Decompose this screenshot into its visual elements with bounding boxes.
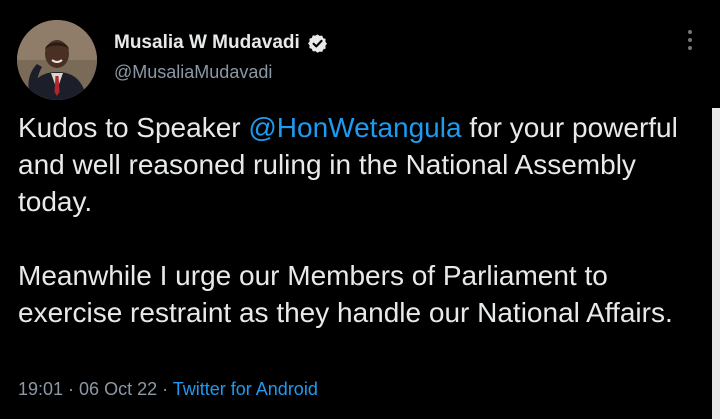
author-display-name[interactable]: Musalia W Mudavadi: [114, 32, 300, 54]
tweet-metadata: 19:01 · 06 Oct 22 · Twitter for Android: [18, 379, 318, 400]
meta-separator: ·: [157, 379, 173, 399]
tweet-date[interactable]: 06 Oct 22: [79, 379, 157, 399]
tweet-paragraph-1: Kudos to Speaker @HonWetangula for your …: [18, 109, 698, 220]
more-options-icon[interactable]: [682, 30, 698, 54]
tweet-time[interactable]: 19:01: [18, 379, 63, 399]
avatar-image: [17, 20, 97, 100]
meta-separator: ·: [63, 379, 80, 399]
tweet-paragraph-2: Meanwhile I urge our Members of Parliame…: [18, 260, 673, 328]
tweet-text-segment: Kudos to Speaker: [18, 112, 249, 143]
tweet-text: Kudos to Speaker @HonWetangula for your …: [18, 109, 698, 331]
mention-link[interactable]: @HonWetangula: [248, 112, 461, 143]
author-name-row: Musalia W Mudavadi: [114, 31, 328, 55]
avatar[interactable]: [17, 20, 97, 100]
tweet-card: Musalia W Mudavadi @MusaliaMudavadi Kudo…: [0, 0, 720, 419]
tweet-source-link[interactable]: Twitter for Android: [173, 379, 318, 399]
scrollbar[interactable]: [712, 108, 720, 419]
author-handle[interactable]: @MusaliaMudavadi: [114, 62, 272, 83]
verified-badge-icon: [307, 33, 328, 54]
